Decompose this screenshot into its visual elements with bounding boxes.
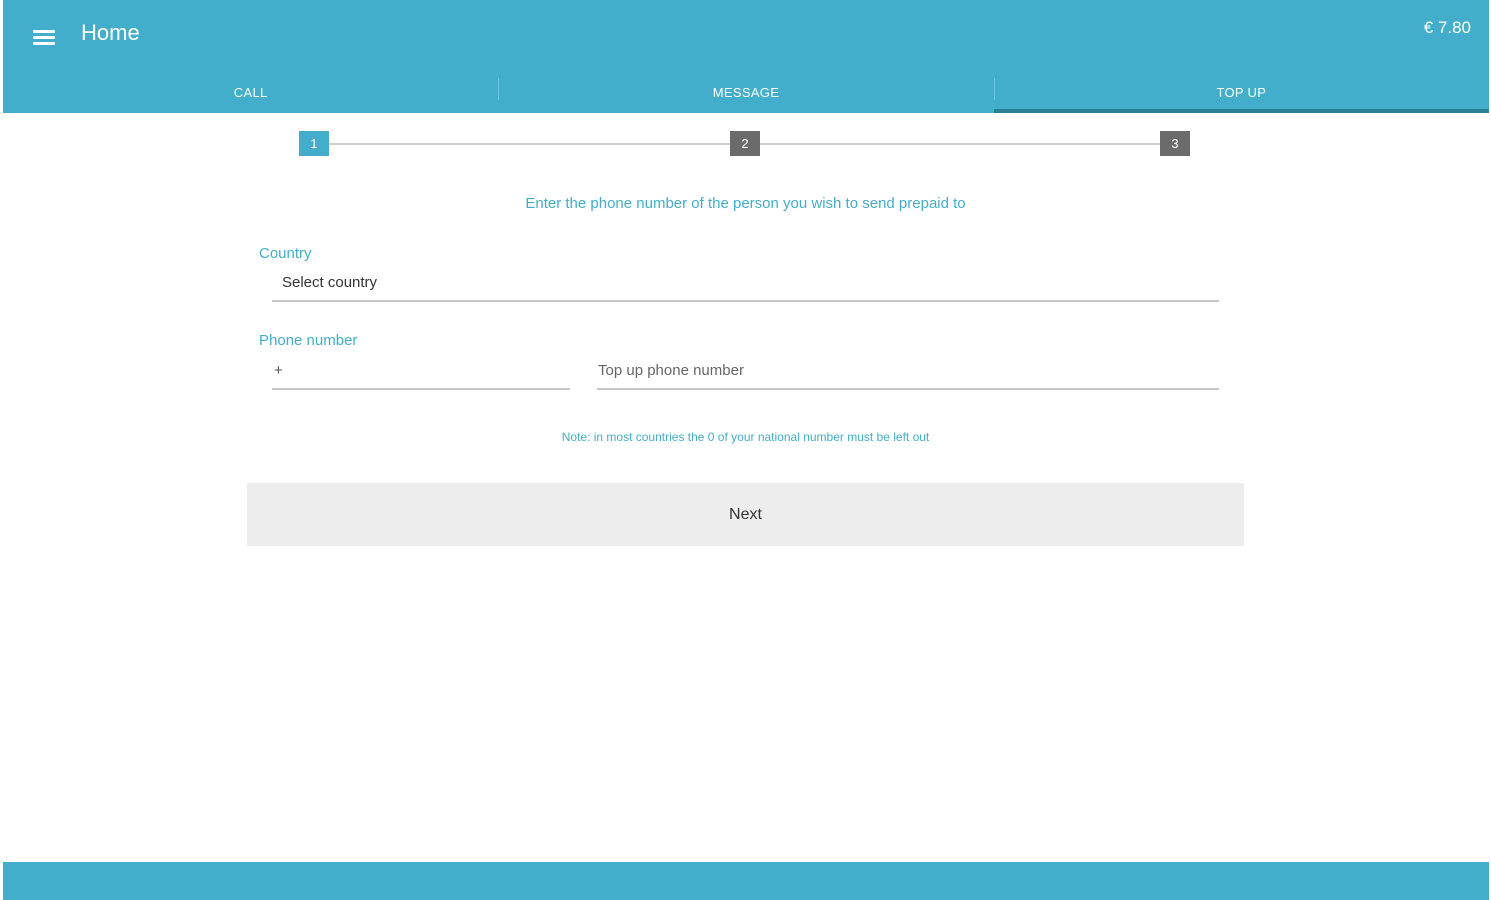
progress-stepper: 1 2 3 — [299, 131, 1191, 157]
step-3: 3 — [1160, 131, 1190, 156]
tab-bar: CALL MESSAGE TOP UP — [3, 72, 1490, 113]
balance-amount: € 7.80 — [1423, 18, 1471, 37]
country-code-field[interactable]: + — [272, 356, 570, 390]
next-button[interactable]: Next — [247, 483, 1244, 546]
hamburger-menu-icon[interactable] — [33, 26, 59, 48]
country-label: Country — [259, 245, 312, 262]
step-2: 2 — [730, 131, 760, 156]
tab-top-up[interactable]: TOP UP — [993, 72, 1490, 113]
step-1: 1 — [299, 131, 329, 156]
bottom-bar — [3, 862, 1489, 900]
page-title: Home — [81, 20, 140, 45]
tab-message[interactable]: MESSAGE — [498, 72, 993, 113]
phone-number-label: Phone number — [259, 332, 358, 349]
phone-number-input[interactable]: Top up phone number — [597, 356, 1219, 390]
tab-call[interactable]: CALL — [3, 72, 498, 113]
note-text: Note: in most countries the 0 of your na… — [561, 430, 930, 444]
app-bar: Home € 7.80 CALL MESSAGE TOP UP — [3, 0, 1490, 113]
country-select[interactable]: Select country — [272, 268, 1219, 302]
instruction-text: Enter the phone number of the person you… — [525, 195, 966, 212]
